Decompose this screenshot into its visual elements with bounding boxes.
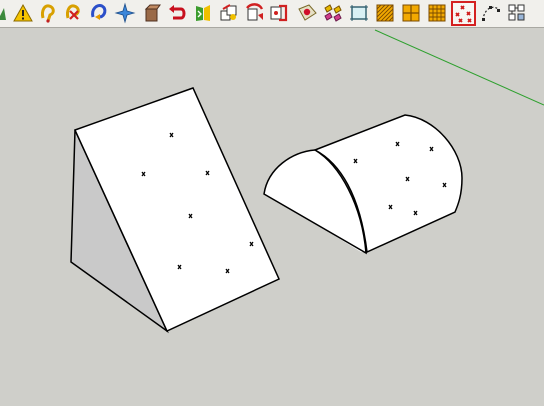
- reverse-loop-icon[interactable]: [88, 2, 110, 24]
- rotate-group-icon[interactable]: [243, 2, 265, 24]
- unweld-edges-icon[interactable]: [62, 2, 84, 24]
- scale-group-icon[interactable]: [268, 2, 290, 24]
- curve-path-icon[interactable]: [480, 2, 502, 24]
- tool-palette: [0, 0, 544, 28]
- frame-face-icon[interactable]: [348, 2, 370, 24]
- texture-point-icon[interactable]: [296, 2, 318, 24]
- fine-grid-icon[interactable]: [426, 2, 448, 24]
- weld-edges-icon[interactable]: [37, 2, 59, 24]
- modeling-viewport[interactable]: [0, 28, 544, 406]
- flatten-faces-icon[interactable]: [322, 2, 344, 24]
- extrude-icon[interactable]: [140, 2, 162, 24]
- undo-curve-icon[interactable]: [166, 2, 188, 24]
- copy-along-path-icon[interactable]: [218, 2, 240, 24]
- select-vertices-icon[interactable]: [114, 2, 136, 24]
- mirror-tool-icon[interactable]: [192, 2, 214, 24]
- grid-face-icon[interactable]: [374, 2, 396, 24]
- warning-icon[interactable]: [12, 2, 34, 24]
- component-grid-icon[interactable]: [506, 2, 528, 24]
- quad-grid-icon[interactable]: [400, 2, 422, 24]
- vertex-markers-icon[interactable]: [451, 1, 476, 26]
